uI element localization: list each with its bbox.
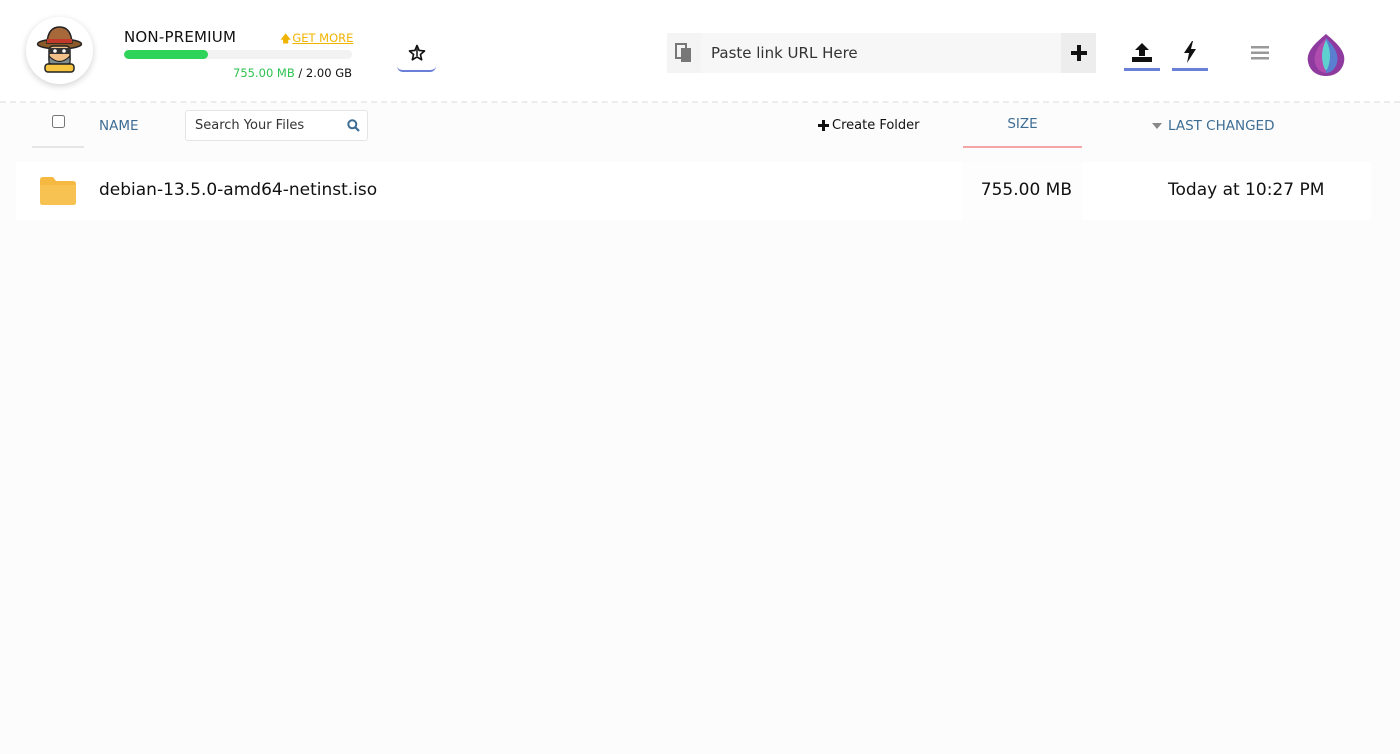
- app-logo[interactable]: [1304, 30, 1348, 80]
- column-header-row: NAME Create Folder SIZE LAST CHANGED: [0, 105, 1400, 149]
- lotus-logo: [1307, 34, 1345, 76]
- plan-name: NON-PREMIUM: [124, 28, 237, 46]
- get-more-link[interactable]: 🡅GET MORE: [280, 30, 353, 49]
- select-all-cell: [32, 105, 84, 148]
- plus-icon: [1070, 45, 1087, 61]
- file-size: 755.00 MB: [980, 180, 1072, 200]
- column-last-changed[interactable]: LAST CHANGED: [1152, 118, 1274, 134]
- column-name[interactable]: NAME: [99, 118, 139, 134]
- folder-icon: [40, 177, 76, 209]
- arrow-up-icon: 🡅: [280, 32, 292, 45]
- plus-icon: [818, 120, 829, 131]
- avatar-icon: [36, 26, 83, 73]
- paste-icon[interactable]: [667, 33, 701, 73]
- file-search: [185, 110, 368, 141]
- url-input[interactable]: [701, 33, 1061, 73]
- select-all-checkbox[interactable]: [51, 115, 65, 128]
- storage-total: / 2.00 GB: [298, 66, 352, 80]
- file-last-changed: Today at 10:27 PM: [1168, 180, 1325, 200]
- file-name[interactable]: debian-13.5.0-amd64-netinst.iso: [99, 180, 377, 200]
- hamburger-icon: [1251, 46, 1269, 60]
- storage-bar-fill: [124, 50, 209, 59]
- create-folder-button[interactable]: Create Folder: [818, 118, 920, 133]
- caret-down-icon: [1152, 123, 1162, 129]
- upload-icon: [1132, 42, 1152, 62]
- storage-text: 755.00 MB / 2.00 GB: [233, 66, 352, 80]
- menu-button[interactable]: [1248, 42, 1272, 64]
- storage-used: 755.00 MB: [233, 66, 295, 80]
- create-folder-label: Create Folder: [832, 118, 920, 133]
- get-more-label: GET MORE: [292, 31, 354, 45]
- star-icon: [408, 44, 425, 61]
- upload-button[interactable]: [1124, 35, 1160, 71]
- user-avatar[interactable]: [26, 17, 93, 84]
- storage-bar: [124, 50, 352, 59]
- top-header: NON-PREMIUM 🡅GET MORE 755.00 MB / 2.00 G…: [0, 0, 1400, 103]
- search-input[interactable]: [186, 118, 339, 133]
- favorites-button[interactable]: [397, 36, 436, 72]
- search-icon[interactable]: [339, 119, 367, 132]
- add-url-button[interactable]: [1061, 33, 1096, 73]
- column-size[interactable]: SIZE: [963, 105, 1082, 148]
- url-bar: [667, 33, 1096, 73]
- table-row[interactable]: debian-13.5.0-amd64-netinst.iso 755.00 M…: [16, 162, 1371, 220]
- column-last-changed-label: LAST CHANGED: [1168, 118, 1275, 134]
- lightning-icon: [1184, 40, 1196, 63]
- flash-button[interactable]: [1172, 35, 1208, 71]
